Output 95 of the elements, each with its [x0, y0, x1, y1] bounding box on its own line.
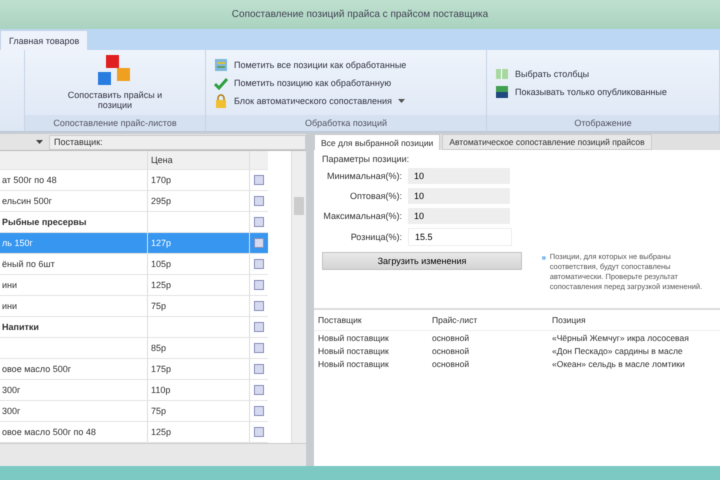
table-cell-text: основной: [431, 358, 470, 369]
caret-icon: [398, 98, 405, 103]
table-cell: 110р: [151, 385, 170, 396]
load-changes-button[interactable]: Загрузить изменения: [322, 252, 522, 270]
checkbox[interactable]: [254, 280, 264, 290]
table-cell-text: основной: [431, 346, 470, 356]
ribbon-button[interactable]: Выбрать столбцы: [493, 66, 592, 82]
field-label: Максимальная(%):: [322, 211, 402, 222]
table-icon: [495, 84, 509, 99]
table-cell-text: Новый поставщик: [317, 358, 390, 369]
table-cell-text: основной: [431, 332, 470, 343]
table-row[interactable]: овое масло 500г 175р: [0, 359, 268, 380]
table-cell: Рыбные пресервы: [2, 217, 86, 228]
table-row[interactable]: Напитки: [0, 317, 268, 338]
ribbon-button[interactable]: Пометить все позиции как обработанные: [212, 56, 408, 73]
field-label: Розница(%):: [350, 232, 402, 242]
lock-icon: [214, 94, 228, 108]
checkbox[interactable]: [254, 427, 264, 438]
ribbon-button[interactable]: Пометить позицию как обработанную: [212, 74, 394, 91]
checkbox[interactable]: [254, 259, 264, 270]
field-label: Минимальная(%):: [326, 171, 402, 182]
table-cell: ини: [2, 301, 18, 312]
input-field[interactable]: 10: [408, 168, 510, 184]
table-cell-text: «Океан» сельдь в масле ломтики: [551, 358, 686, 369]
table-cell: ёный по 6шт: [2, 259, 55, 270]
table-row[interactable]: 85р: [0, 338, 268, 360]
table-cell: 75р: [151, 406, 166, 416]
table-row[interactable]: ини 125р: [0, 275, 268, 296]
tab[interactable]: Автоматическое сопоставление позиций прайсов: [442, 134, 652, 150]
table-cell: 105р: [151, 259, 172, 270]
check-icon: [214, 76, 228, 90]
ribbon-group-label: Сопоставление прайс-листов: [25, 115, 205, 132]
table-row[interactable]: 300г 75р: [0, 401, 268, 422]
checkbox[interactable]: [254, 217, 264, 228]
ribbon-large-button[interactable]: Сопоставить прайсы и позиции: [60, 54, 170, 112]
table-cell-text: Новый поставщик: [317, 332, 390, 343]
column-header: Прайс-лист: [431, 315, 478, 326]
table-row[interactable]: ини 75р: [0, 296, 268, 318]
table-cell: 295р: [151, 196, 172, 206]
window-title: Сопоставление позиций прайса с прайсом поставщика: [232, 9, 488, 20]
table-row[interactable]: ёный по 6шт 105р: [0, 254, 268, 276]
columns-icon: [495, 66, 509, 81]
table-cell-text: Новый поставщик: [317, 346, 390, 356]
checkbox[interactable]: [254, 238, 264, 248]
checkbox[interactable]: [254, 322, 264, 332]
table-cell: 300г: [2, 385, 20, 396]
checkbox[interactable]: [254, 175, 264, 186]
field-label: Оптовая(%):: [349, 191, 402, 202]
caret-icon: [36, 140, 43, 144]
checkbox[interactable]: [254, 343, 264, 354]
table-cell: ини: [2, 280, 18, 290]
input-field[interactable]: 10: [408, 208, 510, 224]
table-cell: 170р: [151, 175, 172, 186]
column-header: Поставщик: [317, 315, 363, 326]
checkbox[interactable]: [254, 364, 264, 374]
table-cell: 127р: [151, 238, 172, 248]
checkbox[interactable]: [254, 385, 264, 396]
table-row[interactable]: овое масло 500г по 48 125р: [0, 422, 268, 444]
input-field[interactable]: 10: [408, 188, 510, 204]
scrollbar[interactable]: [291, 151, 306, 444]
column-header: Цена: [148, 151, 250, 170]
ribbon-button[interactable]: Показывать только опубликованные: [493, 84, 669, 100]
column-header: Позиция: [551, 315, 587, 326]
checkbox[interactable]: [254, 301, 264, 312]
table-cell: 125р: [151, 280, 172, 290]
table-cell: ль 150г: [2, 238, 33, 248]
table-cell: 125р: [151, 427, 172, 438]
supplier-dropdown[interactable]: Поставщик:: [49, 134, 306, 150]
list-icon: [214, 58, 228, 72]
table-cell-text: «Дон Пескадо» сардины в масле: [551, 346, 684, 356]
table-cell: 75р: [151, 301, 166, 312]
section-title: Параметры позиции:: [322, 154, 410, 164]
table-cell: овое масло 500г по 48: [2, 427, 96, 438]
horizontal-scrollbar[interactable]: [0, 443, 306, 466]
shapes-icon: [98, 55, 132, 88]
table-cell: 85р: [151, 343, 166, 354]
table-cell: 175р: [151, 364, 172, 374]
ribbon-tab[interactable]: Главная товаров: [0, 30, 88, 50]
table-row[interactable]: ат 500г по 48 170р: [0, 170, 268, 192]
table-cell: овое масло 500г: [2, 364, 72, 374]
input-field[interactable]: 15.5: [408, 228, 512, 246]
table-cell: ат 500г по 48: [2, 175, 57, 186]
table-cell-text: «Чёрный Жемчуг» икра лососевая: [551, 332, 690, 343]
table-row[interactable]: 300г 110р: [0, 380, 268, 402]
tab[interactable]: Все для выбранной позиции: [314, 134, 440, 150]
ribbon-dropdown-button[interactable]: Блок автоматического сопоставления: [212, 92, 407, 109]
table-row[interactable]: ельсин 500г 295р: [0, 191, 268, 212]
table-cell: ельсин 500г: [2, 196, 52, 206]
ribbon-group-label: Обработка позиций: [206, 115, 486, 132]
table-cell: 300г: [2, 406, 20, 416]
ribbon-group-label: Отображение: [487, 115, 719, 132]
table-row[interactable]: Рыбные пресервы: [0, 212, 268, 234]
checkbox[interactable]: [254, 406, 264, 416]
checkbox[interactable]: [254, 196, 264, 206]
table-cell: Напитки: [2, 322, 39, 332]
